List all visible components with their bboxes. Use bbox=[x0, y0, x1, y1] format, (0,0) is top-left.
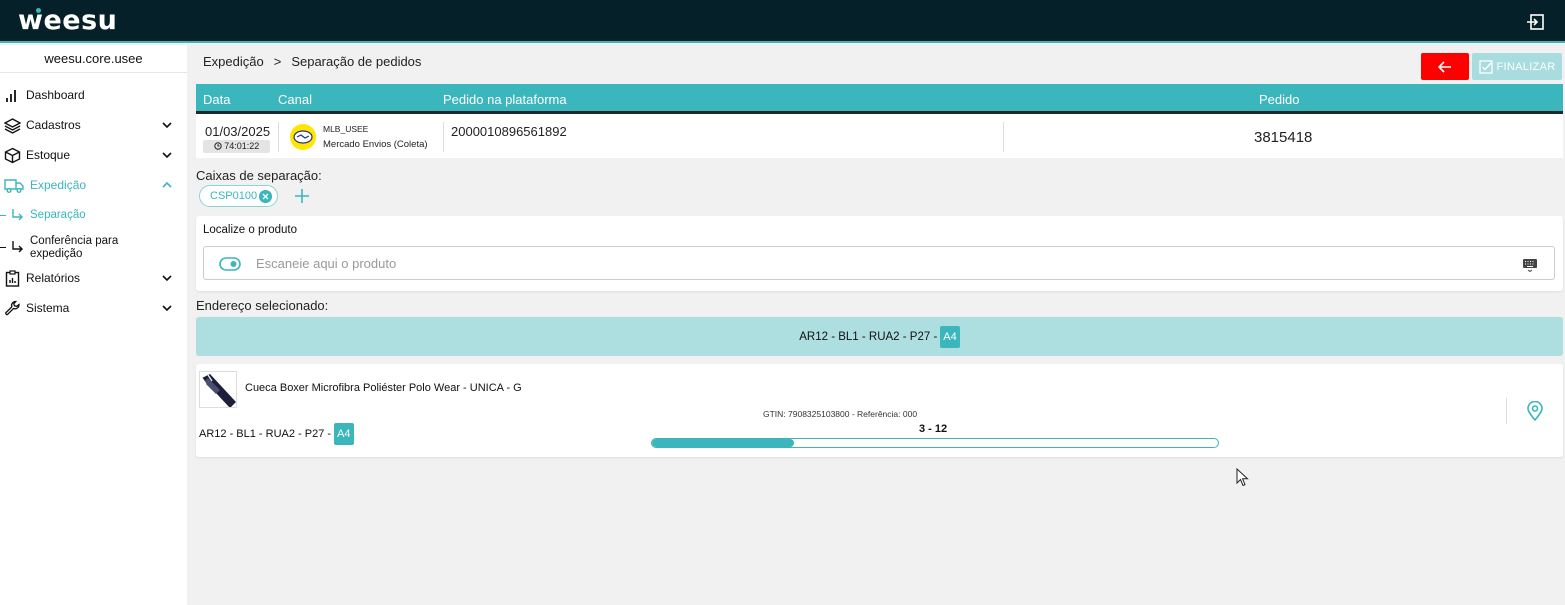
picking-progress-fill bbox=[652, 439, 794, 447]
platform-order-number: 2000010896561892 bbox=[451, 124, 567, 139]
clock-icon bbox=[214, 142, 222, 150]
column-header-canal: Canal bbox=[278, 92, 312, 107]
clipboard-chart-icon bbox=[5, 269, 20, 287]
handshake-icon bbox=[293, 130, 313, 144]
layers-icon bbox=[4, 117, 21, 134]
breadcrumb-current: Separação de pedidos bbox=[291, 54, 422, 69]
order-table: Data Canal Pedido na plataforma Pedido 0… bbox=[196, 84, 1563, 158]
remove-circle-icon[interactable] bbox=[259, 190, 272, 203]
scan-input-wrapper bbox=[203, 246, 1555, 280]
wrench-icon bbox=[5, 300, 20, 315]
order-table-header: Data Canal Pedido na plataforma Pedido bbox=[196, 84, 1563, 114]
selected-address-bar: AR12 - BL1 - RUA2 - P27 - A4 bbox=[196, 317, 1563, 356]
scan-product-input[interactable] bbox=[256, 253, 1496, 273]
box-icon bbox=[4, 147, 21, 163]
locate-product-title: Localize o produto bbox=[203, 224, 297, 236]
map-pin-icon[interactable] bbox=[1526, 401, 1544, 421]
sidebar-subitem-conferencia[interactable]: Conferência para expedição bbox=[0, 235, 187, 263]
plus-icon[interactable] bbox=[293, 187, 311, 205]
corner-arrow-icon bbox=[12, 209, 23, 221]
picking-progress-bar bbox=[651, 438, 1219, 448]
breadcrumb-parent[interactable]: Expedição bbox=[203, 54, 264, 69]
column-divider bbox=[443, 122, 444, 152]
sidebar: weesu.core.usee Dashboard Cadastros Esto… bbox=[0, 45, 187, 605]
chevron-down-icon[interactable] bbox=[161, 302, 173, 314]
channel-name: Mercado Envios (Coleta) bbox=[323, 139, 428, 150]
product-card: Cueca Boxer Microfibra Poliéster Polo We… bbox=[196, 364, 1563, 457]
sidebar-item-label: Relatórios bbox=[26, 271, 81, 285]
elapsed-time: 74:01:22 bbox=[224, 141, 260, 151]
box-chip-label: CSP0100 bbox=[210, 190, 258, 202]
order-date: 01/03/2025 bbox=[205, 124, 271, 139]
sidebar-item-label: Expedição bbox=[30, 178, 87, 192]
weesu-logo[interactable]: weesu bbox=[18, 5, 117, 36]
bar-chart-icon bbox=[6, 89, 16, 102]
sidebar-item-sistema[interactable]: Sistema bbox=[0, 293, 187, 323]
product-image bbox=[201, 374, 236, 407]
truck-icon bbox=[4, 178, 24, 193]
sidebar-item-label: Estoque bbox=[26, 148, 71, 162]
top-bar: weesu bbox=[0, 0, 1565, 43]
sidebar-item-label: Cadastros bbox=[26, 118, 81, 132]
keyboard-icon[interactable] bbox=[1522, 256, 1538, 272]
sidebar-item-expedicao[interactable]: Expedição bbox=[0, 170, 187, 200]
chevron-down-icon[interactable] bbox=[161, 119, 173, 131]
chevron-up-icon[interactable] bbox=[161, 179, 173, 191]
product-address-slot-badge: A4 bbox=[334, 423, 354, 445]
mouse-cursor-icon bbox=[1236, 468, 1249, 487]
selected-address-label: Endereço selecionado: bbox=[196, 298, 329, 313]
subitem-dash bbox=[0, 247, 6, 248]
order-number: 3815418 bbox=[1254, 129, 1313, 146]
sidebar-item-dashboard[interactable]: Dashboard bbox=[0, 80, 187, 110]
sidebar-subitem-label: Separação bbox=[30, 209, 86, 221]
column-divider bbox=[1003, 122, 1004, 152]
back-button[interactable] bbox=[1421, 53, 1469, 80]
product-name: Cueca Boxer Microfibra Poliéster Polo We… bbox=[245, 382, 522, 394]
product-thumbnail[interactable] bbox=[199, 371, 237, 408]
logout-icon[interactable] bbox=[1526, 12, 1546, 32]
breadcrumb: Expedição > Separação de pedidos bbox=[203, 54, 421, 69]
product-address-path: AR12 - BL1 - RUA2 - P27 - bbox=[199, 428, 332, 440]
finish-button-label: FINALIZAR bbox=[1496, 60, 1556, 73]
arrow-left-icon bbox=[1438, 60, 1451, 73]
corner-arrow-icon bbox=[12, 241, 23, 253]
column-header-pedido: Pedido bbox=[1259, 92, 1300, 107]
checkbox-check-icon bbox=[1478, 59, 1493, 74]
locate-product-card: Localize o produto bbox=[196, 216, 1563, 291]
quantity-label: 3 - 12 bbox=[919, 423, 948, 435]
chevron-down-icon[interactable] bbox=[161, 272, 173, 284]
logo-dot bbox=[36, 8, 41, 13]
sidebar-subitem-label: Conferência para expedição bbox=[30, 235, 119, 260]
finish-button[interactable]: FINALIZAR bbox=[1472, 53, 1562, 80]
sidebar-item-label: Dashboard bbox=[26, 88, 85, 102]
tenant-name: weesu.core.usee bbox=[0, 45, 187, 73]
sidebar-item-estoque[interactable]: Estoque bbox=[0, 140, 187, 170]
channel-code: MLB_USEE bbox=[323, 124, 369, 134]
sidebar-subitem-separacao[interactable]: Separação bbox=[0, 208, 187, 222]
product-address: AR12 - BL1 - RUA2 - P27 - A4 bbox=[199, 423, 354, 445]
boxes-label: Caixas de separação: bbox=[196, 168, 322, 183]
product-gtin: GTIN: 7908325103800 - Referência: 000 bbox=[763, 409, 918, 419]
chevron-down-icon[interactable] bbox=[161, 149, 173, 161]
elapsed-time-badge: 74:01:22 bbox=[203, 140, 270, 153]
sidebar-item-cadastros[interactable]: Cadastros bbox=[0, 110, 187, 140]
sidebar-item-label: Sistema bbox=[26, 301, 70, 315]
address-path: AR12 - BL1 - RUA2 - P27 - bbox=[799, 330, 938, 343]
box-chip[interactable]: CSP0100 bbox=[199, 185, 278, 207]
subitem-dash bbox=[0, 215, 6, 216]
column-header-pedido-plataforma: Pedido na plataforma bbox=[443, 92, 567, 107]
address-slot-badge: A4 bbox=[940, 325, 960, 348]
toggle-icon[interactable] bbox=[219, 257, 241, 271]
column-header-data: Data bbox=[203, 92, 231, 107]
column-divider bbox=[278, 122, 279, 152]
breadcrumb-separator: > bbox=[273, 54, 282, 69]
sidebar-item-relatorios[interactable]: Relatórios bbox=[0, 263, 187, 293]
table-row[interactable]: 01/03/2025 74:01:22 MLB_USEE Mercado Env… bbox=[196, 114, 1563, 158]
mercado-livre-logo bbox=[290, 124, 316, 150]
column-divider bbox=[1506, 398, 1507, 424]
